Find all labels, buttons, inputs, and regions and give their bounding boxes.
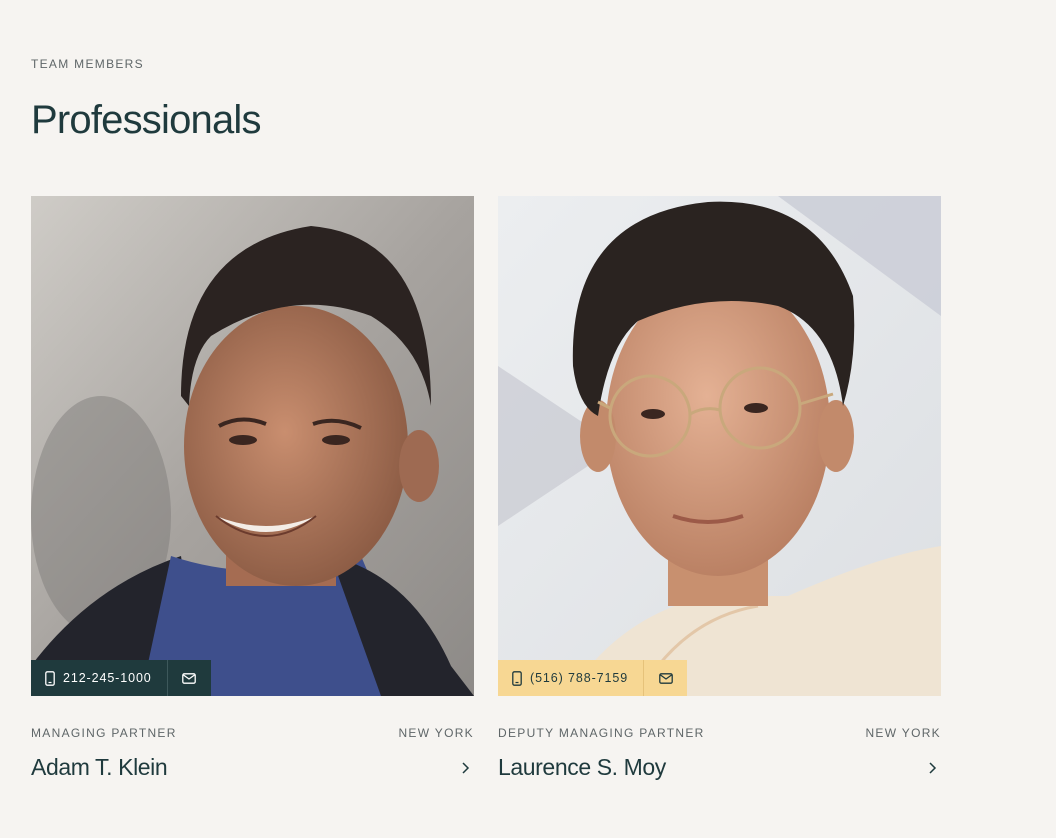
chevron-right-icon[interactable] — [458, 761, 472, 775]
member-card[interactable]: (516) 788-7159 DEPUTY MANAGING PARTNER N… — [498, 196, 941, 781]
email-button[interactable] — [166, 660, 211, 696]
phone-icon — [512, 670, 522, 686]
member-location: NEW YORK — [865, 726, 941, 740]
member-meta: MANAGING PARTNER NEW YORK — [31, 726, 474, 740]
phone-number: 212-245-1000 — [63, 671, 152, 685]
phone-button[interactable]: (516) 788-7159 — [498, 660, 644, 696]
phone-icon — [45, 670, 55, 686]
mail-icon — [658, 672, 673, 684]
member-name[interactable]: Laurence S. Moy — [498, 754, 666, 781]
member-photo[interactable]: (516) 788-7159 — [498, 196, 941, 696]
member-card[interactable]: 212-245-1000 MANAGING PARTNER NEW YORK A… — [31, 196, 474, 781]
portrait-image — [31, 196, 474, 696]
portrait-image — [498, 196, 941, 696]
page-title: Professionals — [31, 98, 262, 142]
member-role: MANAGING PARTNER — [31, 726, 177, 740]
member-name-link[interactable]: Laurence S. Moy — [498, 754, 941, 781]
phone-button[interactable]: 212-245-1000 — [31, 660, 167, 696]
email-button[interactable] — [643, 660, 688, 696]
contact-bar: (516) 788-7159 — [498, 660, 688, 696]
phone-number: (516) 788-7159 — [530, 671, 629, 685]
member-role: DEPUTY MANAGING PARTNER — [498, 726, 705, 740]
contact-bar: 212-245-1000 — [31, 660, 211, 696]
chevron-right-icon[interactable] — [925, 761, 939, 775]
section-eyebrow: TEAM MEMBERS — [31, 57, 144, 71]
member-photo[interactable]: 212-245-1000 — [31, 196, 474, 696]
member-location: NEW YORK — [398, 726, 474, 740]
member-name[interactable]: Adam T. Klein — [31, 754, 168, 781]
mail-icon — [182, 672, 197, 684]
team-members-page: TEAM MEMBERS Professionals 212-245-1000 … — [0, 0, 1056, 838]
member-meta: DEPUTY MANAGING PARTNER NEW YORK — [498, 726, 941, 740]
member-name-link[interactable]: Adam T. Klein — [31, 754, 474, 781]
